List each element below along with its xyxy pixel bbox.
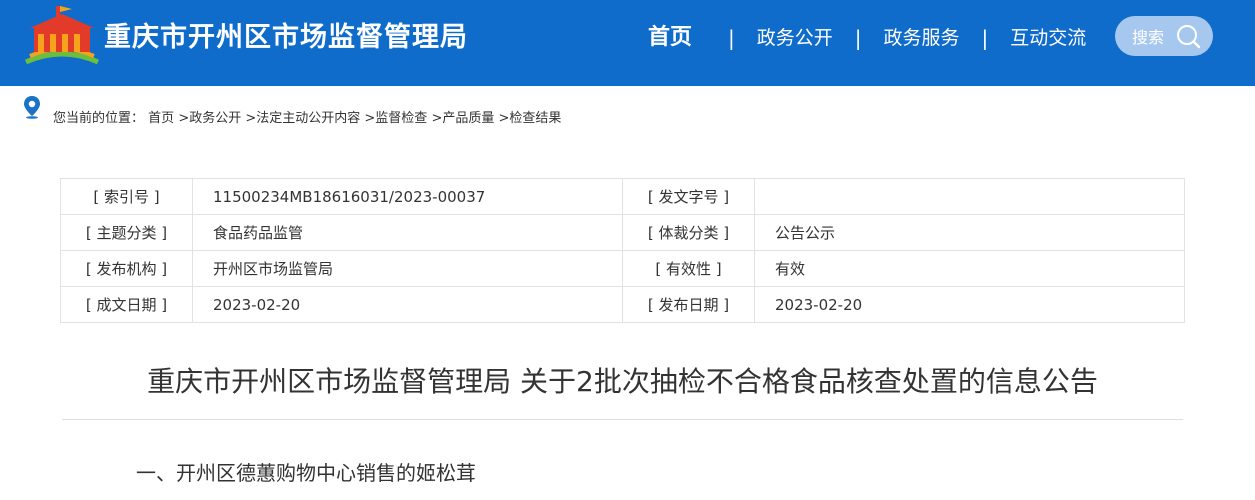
- breadcrumb-item-gov-open[interactable]: >政务公开: [178, 111, 241, 126]
- meta-key: [ 索引号 ]: [60, 178, 193, 215]
- nav-separator: |: [854, 26, 862, 50]
- nav-interaction[interactable]: 互动交流: [1010, 20, 1086, 56]
- table-row: [ 成文日期 ] 2023-02-20 [ 发布日期 ] 2023-02-20: [60, 286, 1185, 323]
- site-logo-icon[interactable]: [20, 4, 104, 68]
- nav-gov-service[interactable]: 政务服务: [884, 20, 960, 56]
- meta-value: [754, 178, 1185, 215]
- meta-value: 公告公示: [754, 214, 1185, 251]
- breadcrumb-item-home[interactable]: 首页: [148, 111, 174, 126]
- nav-gov-open[interactable]: 政务公开: [757, 20, 833, 56]
- breadcrumb-trail: 您当前的位置： 首页 >政务公开 >法定主动公开内容 >监督检查 >产品质量 >…: [53, 107, 561, 126]
- meta-key: [ 体裁分类 ]: [622, 214, 755, 251]
- meta-key: [ 发布机构 ]: [60, 250, 193, 287]
- meta-key: [ 发布日期 ]: [622, 286, 755, 323]
- nav-separator: |: [728, 26, 735, 50]
- section-heading: 一、开州区德蕙购物中心销售的姬松茸: [136, 461, 476, 485]
- breadcrumb: 您当前的位置： 首页 >政务公开 >法定主动公开内容 >监督检查 >产品质量 >…: [22, 96, 561, 126]
- site-title[interactable]: 重庆市开州区市场监督管理局: [104, 20, 468, 56]
- meta-value: 11500234MB18616031/2023-00037: [192, 178, 623, 215]
- breadcrumb-item-legal-content[interactable]: >法定主动公开内容: [245, 111, 360, 126]
- main-nav: 首页 | 政务公开 | 政务服务 | 互动交流: [648, 20, 1086, 56]
- search-icon: [1177, 25, 1201, 49]
- breadcrumb-prefix: 您当前的位置：: [53, 110, 145, 126]
- nav-separator: |: [981, 26, 989, 50]
- site-header: 重庆市开州区市场监督管理局 首页 | 政务公开 | 政务服务 | 互动交流 搜索: [0, 0, 1255, 86]
- nav-home[interactable]: 首页: [648, 20, 692, 56]
- meta-key: [ 有效性 ]: [622, 250, 755, 287]
- title-divider: [62, 419, 1183, 420]
- meta-value: 2023-02-20: [754, 286, 1185, 323]
- breadcrumb-item-product-quality[interactable]: >产品质量: [431, 111, 494, 126]
- search-button[interactable]: 搜索: [1115, 16, 1213, 56]
- meta-value: 有效: [754, 250, 1185, 287]
- meta-key: [ 主题分类 ]: [60, 214, 193, 251]
- table-row: [ 发布机构 ] 开州区市场监管局 [ 有效性 ] 有效: [60, 250, 1185, 287]
- meta-value: 食品药品监管: [192, 214, 623, 251]
- meta-key: [ 发文字号 ]: [622, 178, 755, 215]
- meta-key: [ 成文日期 ]: [60, 286, 193, 323]
- breadcrumb-item-results[interactable]: >检查结果: [499, 111, 562, 126]
- location-pin-icon: [24, 96, 40, 119]
- meta-value: 开州区市场监管局: [192, 250, 623, 287]
- breadcrumb-item-inspection[interactable]: >监督检查: [364, 111, 427, 126]
- search-label: 搜索: [1132, 28, 1165, 47]
- article-title: 重庆市开州区市场监督管理局 关于2批次抽检不合格食品核查处置的信息公告: [147, 365, 1098, 398]
- table-row: [ 主题分类 ] 食品药品监管 [ 体裁分类 ] 公告公示: [60, 214, 1185, 251]
- table-row: [ 索引号 ] 11500234MB18616031/2023-00037 [ …: [60, 178, 1185, 215]
- document-meta-table: [ 索引号 ] 11500234MB18616031/2023-00037 [ …: [60, 178, 1185, 323]
- meta-value: 2023-02-20: [192, 286, 623, 323]
